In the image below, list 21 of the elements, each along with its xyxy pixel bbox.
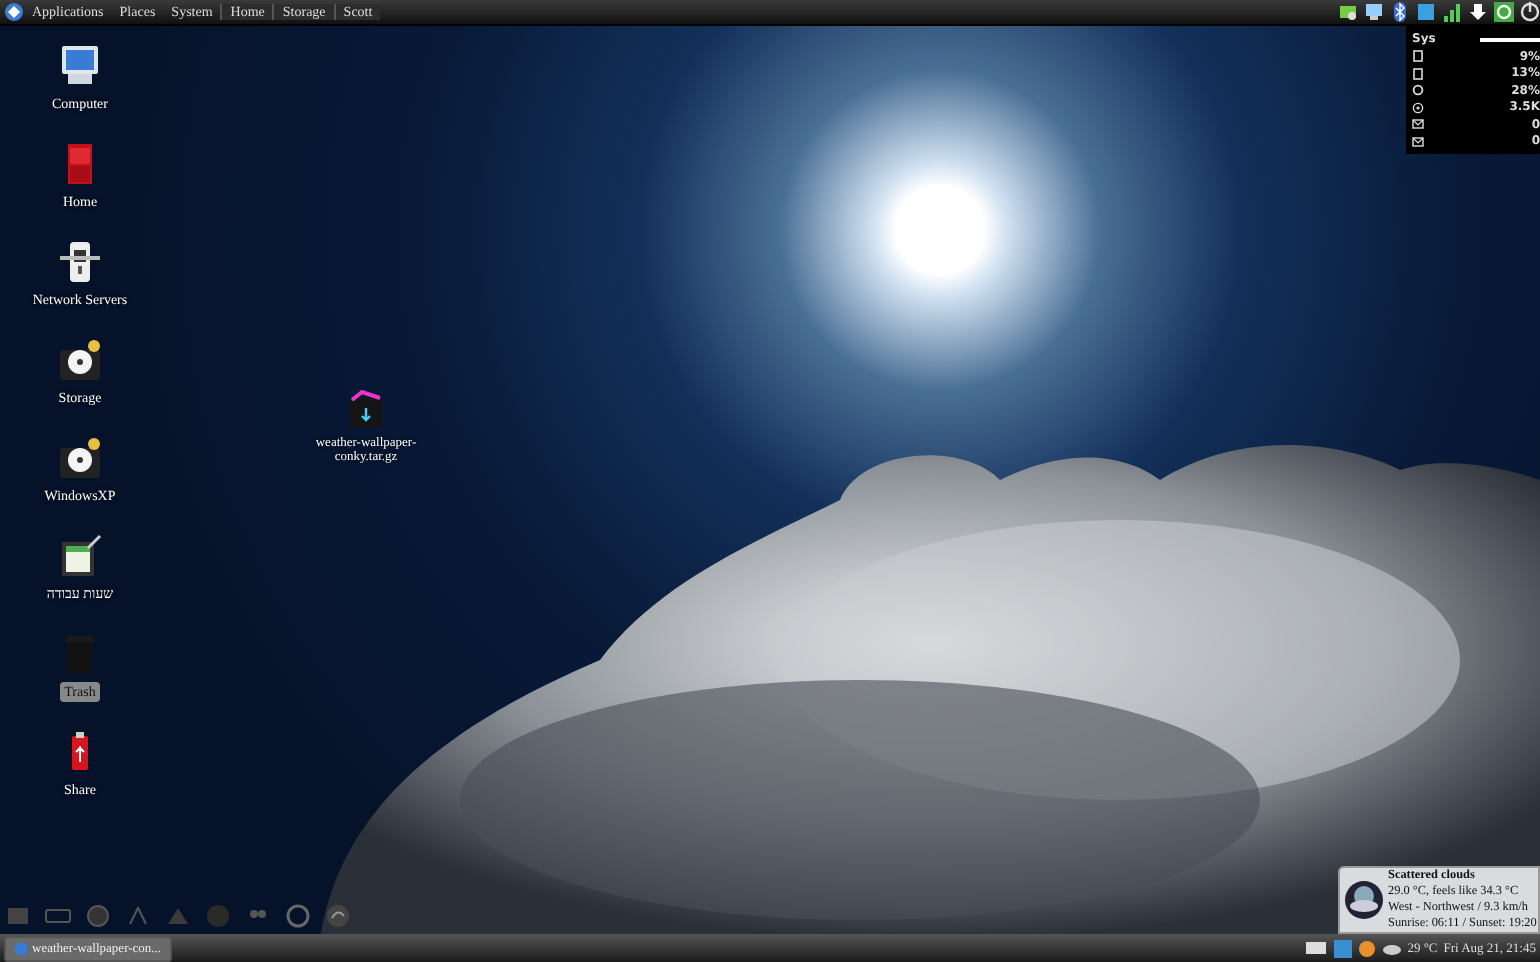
window-icon[interactable] [1303,940,1328,956]
network-icon[interactable] [1338,2,1358,22]
spreadsheet-icon [58,534,102,578]
power-icon[interactable] [1520,2,1540,22]
envelope-icon [1412,135,1424,148]
envelope-icon [1412,118,1424,131]
bluetooth-icon[interactable] [1390,2,1410,22]
distro-logo-icon[interactable] [4,2,24,22]
server-icon [58,240,102,284]
signal-bars-icon[interactable] [1442,2,1462,22]
archive-icon [346,390,386,430]
download-arrow-icon[interactable] [1468,2,1488,22]
weather-globe-icon [1344,880,1384,920]
computer-icon [58,44,102,88]
target-icon [1412,101,1424,114]
ring-icon [1412,84,1424,97]
disk-drive-icon [58,436,102,480]
ring-icon[interactable] [284,902,312,930]
cloud-icon [1381,940,1402,956]
disk-drive-icon [58,338,102,382]
conky-rule [1480,37,1540,41]
